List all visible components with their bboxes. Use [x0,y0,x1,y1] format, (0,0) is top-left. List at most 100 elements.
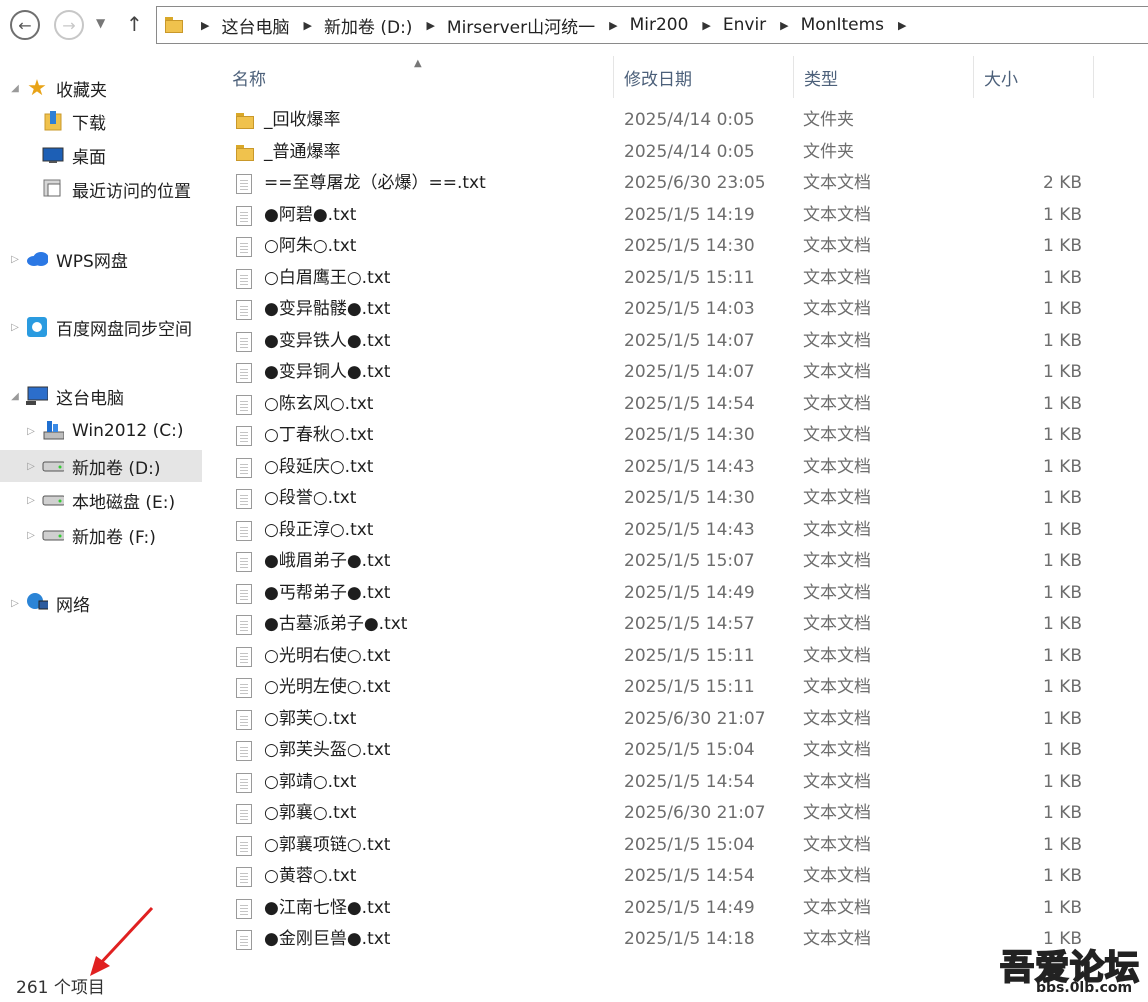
file-name: ●金刚巨兽●.txt [264,929,391,949]
breadcrumb-item[interactable]: Envir ▶ [723,15,801,35]
file-row[interactable]: ○白眉鹰王○.txt 2025/1/5 15:11 文本文档 1 KB [208,263,1094,294]
breadcrumb-item[interactable]: Mirserver山河统一 ▶ [447,13,630,38]
sidebar-item-label: Win2012 (C:) [72,421,184,441]
file-row[interactable]: ○段正淳○.txt 2025/1/5 14:43 文本文档 1 KB [208,515,1094,546]
file-size: 1 KB [1042,740,1082,760]
breadcrumb-chevron-icon[interactable]: ▶ [898,19,906,32]
address-bar[interactable]: ▶ 这台电脑 ▶ 新加卷 (D:) ▶ Mirserver山河统一 ▶ Mir200 ▶ Env… [156,6,1148,44]
file-row[interactable]: ●变异骷髅●.txt 2025/1/5 14:03 文本文档 1 KB [208,294,1094,325]
text-document-icon [236,741,252,761]
column-header-type[interactable]: 类型 [794,56,974,98]
expand-chevron-icon[interactable]: ▷ [24,495,38,506]
file-size: 1 KB [1042,771,1082,792]
breadcrumb-root-chevron[interactable]: ▶ [193,19,221,32]
file-size: 1 KB [1042,645,1082,666]
sidebar-item[interactable]: ▷ 百度网盘同步空间 [0,311,202,343]
file-row[interactable]: ○光明右使○.txt 2025/1/5 15:11 文本文档 1 KB [208,641,1094,672]
file-type: 文本文档 [803,173,871,193]
file-row[interactable]: ○段延庆○.txt 2025/1/5 14:43 文本文档 1 KB [208,452,1094,483]
file-name: ○丁春秋○.txt [264,425,374,445]
file-row[interactable]: ○郭靖○.txt 2025/1/5 14:54 文本文档 1 KB [208,767,1094,798]
file-name: ○光明右使○.txt [264,645,391,666]
file-row[interactable]: ○郭芙头盔○.txt 2025/1/5 15:04 文本文档 1 KB [208,735,1094,766]
file-type: 文本文档 [803,425,871,445]
file-name: ●变异骷髅●.txt [264,299,391,319]
file-row[interactable]: ○光明左使○.txt 2025/1/5 15:11 文本文档 1 KB [208,672,1094,703]
sidebar-item[interactable]: ▷ 本地磁盘 (E:) [0,484,202,516]
file-row[interactable]: ●江南七怪●.txt 2025/1/5 14:49 文本文档 1 KB [208,893,1094,924]
file-row[interactable]: ○郭芙○.txt 2025/6/30 21:07 文本文档 1 KB [208,704,1094,735]
expand-chevron-icon[interactable]: ◢ [8,83,22,94]
file-row[interactable]: ○段誉○.txt 2025/1/5 14:30 文本文档 1 KB [208,483,1094,514]
file-name: ○段延庆○.txt [264,456,374,477]
sidebar-item[interactable]: ▷ 新加卷 (D:) [0,450,202,482]
up-arrow-icon[interactable]: ↑ [126,12,143,36]
back-arrow-icon[interactable]: ← [10,10,40,40]
file-row[interactable]: _普通爆率 2025/4/14 0:05 文件夹 [208,137,1094,168]
file-row[interactable]: ○阿朱○.txt 2025/1/5 14:30 文本文档 1 KB [208,231,1094,262]
sidebar-item[interactable]: 下载 [0,105,202,137]
file-name: ○陈玄风○.txt [264,393,374,414]
sidebar-item-label: 下载 [72,113,106,134]
recent-locations-dropdown-icon[interactable]: ▼ [96,16,105,30]
file-row[interactable]: ●古墓派弟子●.txt 2025/1/5 14:57 文本文档 1 KB [208,609,1094,640]
file-row[interactable]: ●金刚巨兽●.txt 2025/1/5 14:18 文本文档 1 KB [208,924,1094,955]
file-row[interactable]: _回收爆率 2025/4/14 0:05 文件夹 [208,105,1094,136]
expand-chevron-icon[interactable]: ▷ [8,598,22,609]
file-row[interactable]: ●变异铁人●.txt 2025/1/5 14:07 文本文档 1 KB [208,326,1094,357]
breadcrumb-item[interactable]: 新加卷 (D:) ▶ [324,13,447,38]
sidebar-item[interactable]: ◢ 这台电脑 [0,380,202,412]
file-type: 文本文档 [803,551,871,571]
text-document-icon [236,426,252,446]
breadcrumb-chevron-icon[interactable]: ▶ [609,19,617,32]
expand-chevron-icon[interactable]: ▷ [24,426,38,437]
expand-chevron-icon[interactable]: ◢ [8,391,22,402]
sidebar-item[interactable]: 桌面 [0,139,202,171]
file-type: 文本文档 [803,740,871,760]
file-row[interactable]: ○郭襄项链○.txt 2025/1/5 15:04 文本文档 1 KB [208,830,1094,861]
system-drive-icon [42,420,64,442]
column-header-size[interactable]: 大小 [974,56,1094,98]
file-type: 文本文档 [803,929,871,949]
sidebar-item[interactable]: 最近访问的位置 [0,173,202,205]
file-modified-date: 2025/1/5 14:57 [624,614,755,634]
column-header-name[interactable]: 名称 [212,56,614,98]
forward-arrow-icon[interactable]: → [54,10,84,40]
file-type: 文本文档 [803,897,871,918]
file-row[interactable]: ●阿碧●.txt 2025/1/5 14:19 文本文档 1 KB [208,200,1094,231]
expand-chevron-icon[interactable]: ▷ [8,322,22,333]
sidebar-item[interactable]: ▷ 新加卷 (F:) [0,519,202,551]
breadcrumb-item[interactable]: MonItems ▶ [801,15,919,35]
file-row[interactable]: ●丐帮弟子●.txt 2025/1/5 14:49 文本文档 1 KB [208,578,1094,609]
file-row[interactable]: ●变异铜人●.txt 2025/1/5 14:07 文本文档 1 KB [208,357,1094,388]
file-name: ○段正淳○.txt [264,519,374,540]
file-type: 文本文档 [803,362,871,382]
sidebar-item[interactable]: ▷ 网络 [0,587,202,619]
breadcrumb-chevron-icon[interactable]: ▶ [426,19,434,32]
breadcrumb-chevron-icon[interactable]: ▶ [702,19,710,32]
text-document-icon [236,205,252,226]
column-header-date[interactable]: 修改日期 [614,56,794,98]
sidebar-item[interactable]: ▷ WPS网盘 [0,243,202,275]
computer-icon [26,385,48,407]
file-type: 文本文档 [803,393,871,414]
breadcrumb-chevron-icon[interactable]: ▶ [303,19,311,32]
file-row[interactable]: ○陈玄风○.txt 2025/1/5 14:54 文本文档 1 KB [208,389,1094,420]
file-row[interactable]: ○丁春秋○.txt 2025/1/5 14:30 文本文档 1 KB [208,420,1094,451]
file-row[interactable]: ==至尊屠龙（必爆）==.txt 2025/6/30 23:05 文本文档 2 KB [208,168,1094,199]
breadcrumb-chevron-icon[interactable]: ▶ [780,19,788,32]
sidebar-item[interactable]: ▷ Win2012 (C:) [0,415,202,447]
expand-chevron-icon[interactable]: ▷ [24,461,38,472]
breadcrumb-item[interactable]: Mir200 ▶ [630,15,723,35]
file-row[interactable]: ●峨眉弟子●.txt 2025/1/5 15:07 文本文档 1 KB [208,546,1094,577]
file-row[interactable]: ○郭襄○.txt 2025/6/30 21:07 文本文档 1 KB [208,798,1094,829]
file-modified-date: 2025/1/5 15:04 [624,740,755,760]
sidebar-item[interactable]: ◢ ★ 收藏夹 [0,72,202,104]
breadcrumb-label: 新加卷 (D:) [323,17,413,38]
expand-chevron-icon[interactable]: ▷ [24,530,38,541]
file-modified-date: 2025/1/5 15:07 [624,551,755,571]
file-row[interactable]: ○黄蓉○.txt 2025/1/5 14:54 文本文档 1 KB [208,861,1094,892]
expand-chevron-icon[interactable]: ▷ [8,254,22,265]
breadcrumb-item[interactable]: 这台电脑 ▶ [221,13,323,38]
file-name: ●变异铜人●.txt [264,362,391,382]
